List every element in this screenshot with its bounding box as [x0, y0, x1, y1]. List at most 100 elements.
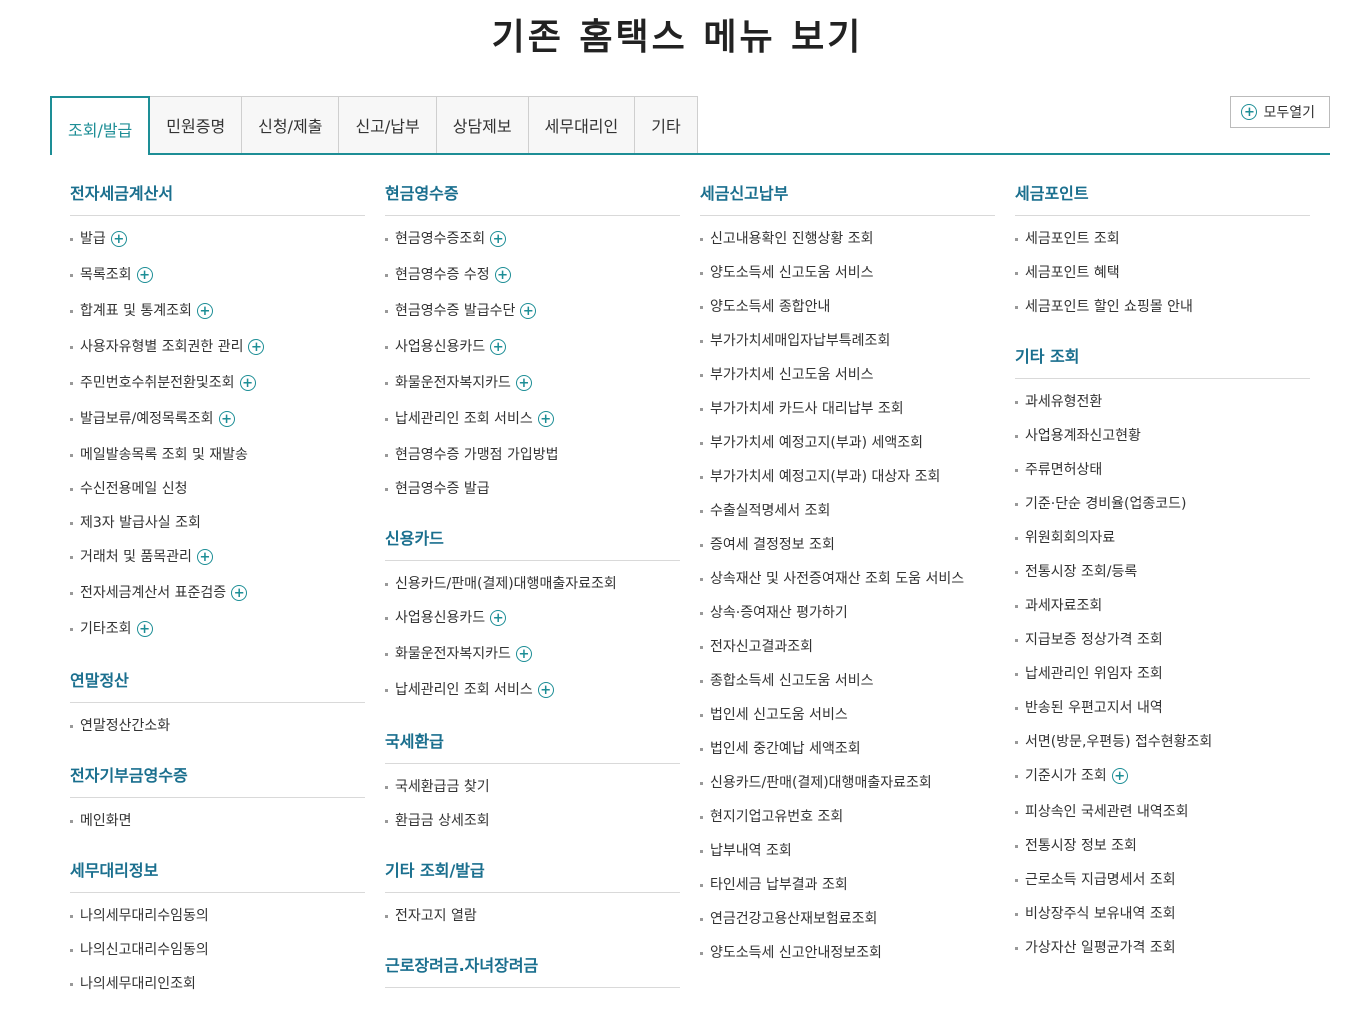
- plus-circle-icon[interactable]: +: [490, 610, 507, 626]
- plus-circle-icon[interactable]: +: [537, 411, 554, 427]
- menu-item[interactable]: 주류면허상태: [1015, 459, 1310, 493]
- menu-item[interactable]: 부가가치세 예정고지(부과) 대상자 조회: [700, 466, 995, 500]
- menu-item[interactable]: 사업용계좌신고현황: [1015, 425, 1310, 459]
- plus-circle-icon[interactable]: +: [1111, 768, 1128, 784]
- menu-item[interactable]: 수신전용메일 신청: [70, 478, 365, 512]
- menu-item[interactable]: 신용카드/판매(결제)대행매출자료조회: [385, 573, 680, 607]
- menu-item[interactable]: 연금건강고용산재보험료조회: [700, 908, 995, 942]
- tab-consult-report[interactable]: 상담제보: [436, 96, 529, 153]
- plus-circle-icon[interactable]: +: [537, 682, 554, 698]
- menu-item[interactable]: 사용자유형별 조회권한 관리 +: [70, 336, 365, 372]
- menu-item[interactable]: 주민번호수취분전환및조회 +: [70, 372, 365, 408]
- menu-item[interactable]: 사업용신용카드 +: [385, 607, 680, 643]
- menu-item[interactable]: 목록조회 +: [70, 264, 365, 300]
- menu-item[interactable]: 종합소득세 신고도움 서비스: [700, 670, 995, 704]
- menu-item[interactable]: 화물운전자복지카드 +: [385, 372, 680, 408]
- menu-item[interactable]: 신고내용확인 진행상황 조회: [700, 228, 995, 262]
- menu-item[interactable]: 전통시장 정보 조회: [1015, 835, 1310, 869]
- menu-item[interactable]: 가상자산 일평균가격 조회: [1015, 937, 1310, 971]
- menu-item[interactable]: 전자고지 열람: [385, 905, 680, 939]
- plus-circle-icon[interactable]: +: [196, 549, 213, 565]
- menu-item[interactable]: 수출실적명세서 조회: [700, 500, 995, 534]
- menu-item[interactable]: 과세자료조회: [1015, 595, 1310, 629]
- menu-item[interactable]: 납세관리인 위임자 조회: [1015, 663, 1310, 697]
- menu-item[interactable]: 합계표 및 통계조회 +: [70, 300, 365, 336]
- menu-item[interactable]: 부가가치세 예정고지(부과) 세액조회: [700, 432, 995, 466]
- menu-item[interactable]: 상속·증여재산 평가하기: [700, 602, 995, 636]
- menu-item[interactable]: 법인세 신고도움 서비스: [700, 704, 995, 738]
- plus-circle-icon[interactable]: +: [515, 375, 532, 391]
- menu-item[interactable]: 타인세금 납부결과 조회: [700, 874, 995, 908]
- menu-item[interactable]: 과세유형전환: [1015, 391, 1310, 425]
- menu-item[interactable]: 부가가치세매입자납부특례조회: [700, 330, 995, 364]
- menu-item[interactable]: 현지기업고유번호 조회: [700, 806, 995, 840]
- tab-etc[interactable]: 기타: [635, 96, 698, 153]
- menu-item[interactable]: 세금포인트 혜택: [1015, 262, 1310, 296]
- menu-item[interactable]: 반송된 우편고지서 내역: [1015, 697, 1310, 731]
- menu-item[interactable]: 납세관리인 조회 서비스 +: [385, 408, 680, 444]
- tab-report-payment[interactable]: 신고/납부: [339, 96, 437, 153]
- plus-circle-icon[interactable]: +: [520, 303, 537, 319]
- menu-item[interactable]: 나의신고대리수임동의: [70, 939, 365, 973]
- menu-item[interactable]: 근로소득 지급명세서 조회: [1015, 869, 1310, 903]
- menu-item[interactable]: 지급보증 정상가격 조회: [1015, 629, 1310, 663]
- menu-item[interactable]: 신용카드/판매(결제)대행매출자료조회: [700, 772, 995, 806]
- menu-item[interactable]: 세금포인트 조회: [1015, 228, 1310, 262]
- menu-item[interactable]: 기준·단순 경비율(업종코드): [1015, 493, 1310, 527]
- menu-item[interactable]: 현금영수증 발급: [385, 478, 680, 512]
- tab-application-submit[interactable]: 신청/제출: [242, 96, 340, 153]
- plus-circle-icon[interactable]: +: [248, 339, 265, 355]
- menu-item[interactable]: 기타조회 +: [70, 618, 365, 654]
- menu-item[interactable]: 위원회회의자료: [1015, 527, 1310, 561]
- tab-inquiry-issue[interactable]: 조회/발급: [50, 96, 151, 155]
- open-all-button[interactable]: + 모두열기: [1230, 96, 1330, 128]
- plus-circle-icon[interactable]: +: [490, 231, 507, 247]
- menu-item[interactable]: 사업용신용카드 +: [385, 336, 680, 372]
- plus-circle-icon[interactable]: +: [218, 411, 235, 427]
- menu-item[interactable]: 양도소득세 신고도움 서비스: [700, 262, 995, 296]
- plus-circle-icon[interactable]: +: [110, 231, 127, 247]
- menu-item[interactable]: 현금영수증 가맹점 가입방법: [385, 444, 680, 478]
- menu-item[interactable]: 국세환급금 찾기: [385, 776, 680, 810]
- menu-item[interactable]: 양도소득세 신고안내정보조회: [700, 942, 995, 976]
- menu-item[interactable]: 전자세금계산서 표준검증 +: [70, 582, 365, 618]
- menu-item[interactable]: 메일발송목록 조회 및 재발송: [70, 444, 365, 478]
- plus-circle-icon[interactable]: +: [136, 267, 153, 283]
- menu-item[interactable]: 발급보류/예정목록조회 +: [70, 408, 365, 444]
- menu-item[interactable]: 납부내역 조회: [700, 840, 995, 874]
- menu-item[interactable]: 증여세 결정정보 조회: [700, 534, 995, 568]
- menu-item[interactable]: 서면(방문,우편등) 접수현황조회: [1015, 731, 1310, 765]
- menu-item[interactable]: 비상장주식 보유내역 조회: [1015, 903, 1310, 937]
- menu-item[interactable]: 전통시장 조회/등록: [1015, 561, 1310, 595]
- menu-item[interactable]: 법인세 중간예납 세액조회: [700, 738, 995, 772]
- menu-item[interactable]: 화물운전자복지카드 +: [385, 643, 680, 679]
- menu-item[interactable]: 메인화면: [70, 810, 365, 844]
- menu-item[interactable]: 현금영수증 수정 +: [385, 264, 680, 300]
- menu-item[interactable]: 납세관리인 조회 서비스 +: [385, 679, 680, 715]
- menu-item[interactable]: 현금영수증 발급수단 +: [385, 300, 680, 336]
- menu-item[interactable]: 기준시가 조회 +: [1015, 765, 1310, 801]
- menu-item[interactable]: 거래처 및 품목관리 +: [70, 546, 365, 582]
- menu-item[interactable]: 부가가치세 신고도움 서비스: [700, 364, 995, 398]
- plus-circle-icon[interactable]: +: [136, 621, 153, 637]
- menu-item[interactable]: 전자신고결과조회: [700, 636, 995, 670]
- menu-item[interactable]: 현금영수증조회 +: [385, 228, 680, 264]
- menu-item[interactable]: 세금포인트 할인 쇼핑몰 안내: [1015, 296, 1310, 330]
- menu-item[interactable]: 양도소득세 종합안내: [700, 296, 995, 330]
- menu-item[interactable]: 부가가치세 카드사 대리납부 조회: [700, 398, 995, 432]
- menu-item[interactable]: 연말정산간소화: [70, 715, 365, 749]
- menu-item[interactable]: 상속재산 및 사전증여재산 조회 도움 서비스: [700, 568, 995, 602]
- menu-item[interactable]: 피상속인 국세관련 내역조회: [1015, 801, 1310, 835]
- menu-item[interactable]: 발급 +: [70, 228, 365, 264]
- plus-circle-icon[interactable]: +: [490, 339, 507, 355]
- plus-circle-icon[interactable]: +: [494, 267, 511, 283]
- plus-circle-icon[interactable]: +: [231, 585, 248, 601]
- tab-tax-agent[interactable]: 세무대리인: [528, 96, 636, 153]
- plus-circle-icon[interactable]: +: [239, 375, 256, 391]
- menu-item[interactable]: 나의세무대리수임동의: [70, 905, 365, 939]
- plus-circle-icon[interactable]: +: [515, 646, 532, 662]
- plus-circle-icon[interactable]: +: [196, 303, 213, 319]
- tab-civil-certificate[interactable]: 민원증명: [150, 96, 243, 153]
- menu-item[interactable]: 환급금 상세조회: [385, 810, 680, 844]
- menu-item[interactable]: 제3자 발급사실 조회: [70, 512, 365, 546]
